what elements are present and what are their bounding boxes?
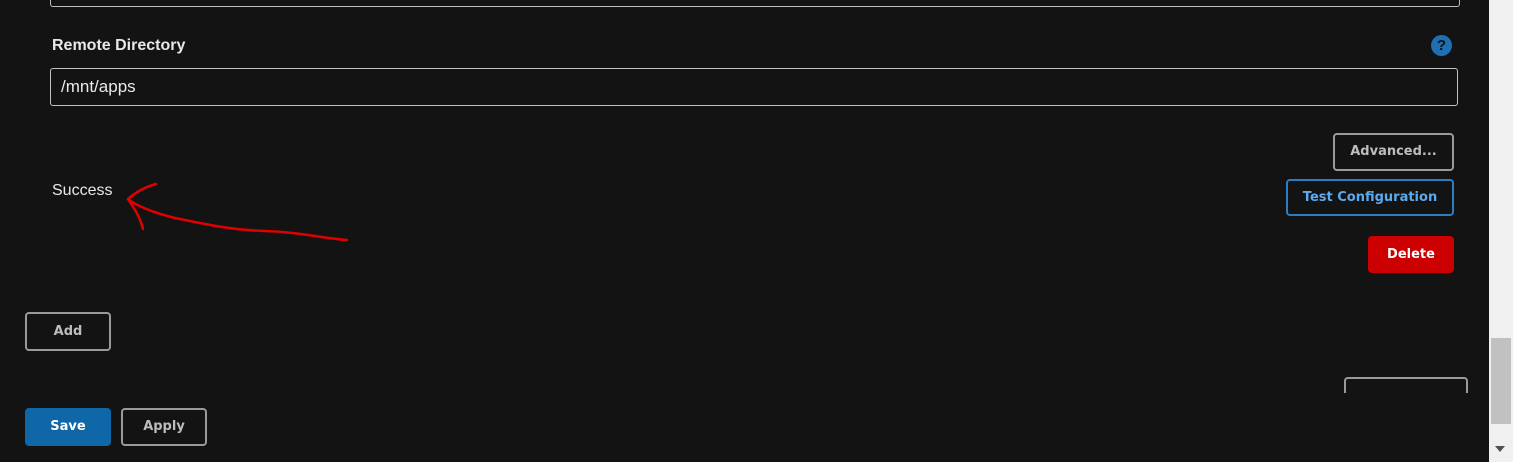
apply-button[interactable]: Apply xyxy=(121,408,207,446)
test-configuration-button[interactable]: Test Configuration xyxy=(1286,179,1454,216)
remote-directory-input[interactable] xyxy=(50,68,1458,106)
previous-field-input[interactable] xyxy=(50,0,1460,7)
configuration-page: Remote Directory ? Advanced... Success T… xyxy=(0,0,1513,462)
save-button[interactable]: Save xyxy=(25,408,111,446)
scrollbar-thumb[interactable] xyxy=(1491,338,1511,424)
delete-button[interactable]: Delete xyxy=(1368,236,1454,273)
advanced-button[interactable]: Advanced... xyxy=(1333,133,1454,171)
question-circle-icon[interactable]: ? xyxy=(1431,35,1452,56)
chevron-down-icon[interactable] xyxy=(1495,446,1505,452)
remote-directory-label: Remote Directory xyxy=(52,37,186,54)
test-status-message: Success xyxy=(52,182,113,199)
partially-visible-button[interactable] xyxy=(1344,377,1468,393)
add-button[interactable]: Add xyxy=(25,312,111,351)
